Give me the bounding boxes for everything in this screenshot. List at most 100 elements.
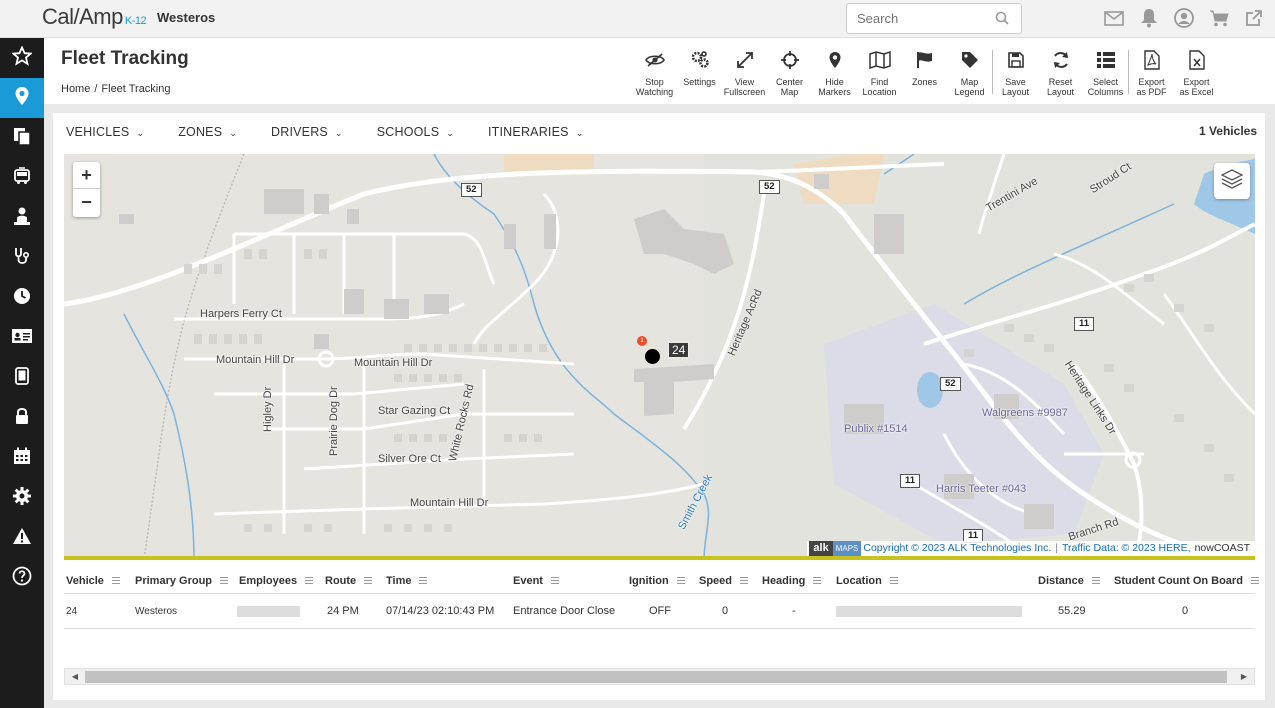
nav-devices[interactable] bbox=[0, 358, 44, 398]
column-header-distance[interactable]: Distance bbox=[1038, 575, 1100, 587]
traffic-data-link[interactable]: Traffic Data: © 2023 HERE, bbox=[1062, 541, 1191, 556]
warning-icon bbox=[12, 527, 32, 550]
column-menu-icon[interactable] bbox=[1250, 577, 1259, 584]
external-link-icon[interactable] bbox=[1243, 7, 1265, 29]
export-pdf-button[interactable]: Export as PDF bbox=[1129, 50, 1174, 97]
mail-icon[interactable] bbox=[1103, 7, 1125, 29]
hide-markers-button[interactable]: Hide Markers bbox=[812, 50, 857, 97]
map-view[interactable]: Harpers Ferry Ct Mountain Hill Dr Mounta… bbox=[64, 154, 1255, 560]
cell-speed: 0 bbox=[722, 605, 729, 617]
column-menu-icon[interactable] bbox=[740, 577, 749, 584]
excel-file-icon bbox=[1188, 50, 1205, 70]
nav-tracking[interactable] bbox=[0, 78, 44, 118]
search-icon[interactable] bbox=[995, 11, 1009, 30]
nav-documents[interactable] bbox=[0, 118, 44, 158]
reset-layout-button[interactable]: Reset Layout bbox=[1038, 50, 1083, 97]
filter-zones[interactable]: ZONES ⌄ bbox=[178, 125, 237, 139]
cell-location-redacted bbox=[836, 606, 1022, 620]
nav-calendar[interactable] bbox=[0, 438, 44, 478]
column-header-time[interactable]: Time bbox=[386, 575, 428, 587]
column-header-employees[interactable]: Employees bbox=[239, 575, 314, 587]
nav-health[interactable] bbox=[0, 238, 44, 278]
settings-button[interactable]: Settings bbox=[677, 50, 722, 97]
cell-primary-group: Westeros bbox=[135, 605, 178, 617]
cell-distance: 55.29 bbox=[1058, 605, 1086, 617]
scroll-left-arrow[interactable]: ◀ bbox=[67, 669, 83, 684]
column-header-route[interactable]: Route bbox=[325, 575, 373, 587]
breadcrumb-home[interactable]: Home bbox=[61, 83, 90, 95]
filter-drivers[interactable]: DRIVERS ⌄ bbox=[271, 125, 343, 139]
zoom-out-button[interactable]: − bbox=[73, 189, 100, 216]
search-box[interactable] bbox=[846, 3, 1022, 34]
filter-vehicles[interactable]: VEHICLES ⌄ bbox=[66, 125, 144, 139]
stop-watching-button[interactable]: Stop Watching bbox=[632, 50, 677, 97]
find-location-button[interactable]: Find Location bbox=[857, 50, 902, 97]
export-excel-button[interactable]: Export as Excel bbox=[1174, 50, 1219, 97]
calamp-logo[interactable]: Cal/Amp K-12 bbox=[42, 4, 147, 30]
nav-alerts[interactable] bbox=[0, 518, 44, 558]
column-header-speed[interactable]: Speed bbox=[699, 575, 749, 587]
column-header-heading[interactable]: Heading bbox=[762, 575, 822, 587]
expand-icon bbox=[736, 50, 754, 70]
filter-itineraries[interactable]: ITINERARIES ⌄ bbox=[488, 125, 583, 139]
list-icon bbox=[1096, 50, 1116, 70]
column-header-primary-group[interactable]: Primary Group bbox=[135, 575, 229, 587]
column-menu-icon[interactable] bbox=[364, 577, 373, 584]
shopping-cart-icon[interactable] bbox=[1208, 7, 1230, 29]
route-shield: 52 bbox=[461, 183, 482, 197]
user-profile-icon[interactable] bbox=[1173, 7, 1195, 29]
column-header-location[interactable]: Location bbox=[836, 575, 898, 587]
nav-students[interactable] bbox=[0, 198, 44, 238]
nav-favorites[interactable] bbox=[0, 38, 44, 78]
scroll-right-arrow[interactable]: ▶ bbox=[1236, 669, 1252, 684]
column-menu-icon[interactable] bbox=[220, 577, 229, 584]
horizontal-scrollbar[interactable]: ◀ ▶ bbox=[64, 668, 1255, 685]
layers-button[interactable] bbox=[1214, 163, 1250, 199]
select-columns-button[interactable]: Select Columns bbox=[1083, 50, 1128, 97]
center-map-button[interactable]: Center Map bbox=[767, 50, 812, 97]
layers-icon bbox=[1220, 168, 1244, 195]
vehicle-marker[interactable] bbox=[645, 349, 660, 364]
nav-history[interactable] bbox=[0, 278, 44, 318]
column-menu-icon[interactable] bbox=[813, 577, 822, 584]
zones-button[interactable]: Zones bbox=[902, 50, 947, 97]
column-menu-icon[interactable] bbox=[889, 577, 898, 584]
column-menu-icon[interactable] bbox=[550, 577, 559, 584]
bell-icon[interactable] bbox=[1138, 7, 1160, 29]
filter-schools[interactable]: SCHOOLS ⌄ bbox=[377, 125, 454, 139]
street-label: Silver Ore Ct bbox=[378, 453, 441, 465]
nav-bus[interactable] bbox=[0, 158, 44, 198]
column-header-vehicle[interactable]: Vehicle bbox=[66, 575, 120, 587]
filter-bar: VEHICLES ⌄ ZONES ⌄ DRIVERS ⌄ SCHOOLS ⌄ ITINE… bbox=[66, 125, 617, 139]
cell-event: Entrance Door Close bbox=[513, 605, 616, 617]
nav-id-cards[interactable] bbox=[0, 318, 44, 358]
nav-settings[interactable] bbox=[0, 478, 44, 518]
search-input[interactable] bbox=[847, 4, 987, 33]
view-fullscreen-button[interactable]: View Fullscreen bbox=[722, 50, 767, 97]
breadcrumb-current: Fleet Tracking bbox=[101, 83, 171, 95]
column-menu-icon[interactable] bbox=[1091, 577, 1100, 584]
street-label: Star Gazing Ct bbox=[378, 405, 451, 417]
street-label: Mountain Hill Dr bbox=[216, 354, 295, 366]
nav-security[interactable] bbox=[0, 398, 44, 438]
column-menu-icon[interactable] bbox=[111, 577, 120, 584]
table-row[interactable]: 24 Westeros 24 PM 07/14/23 02:10:43 PM E… bbox=[64, 594, 1255, 629]
vehicle-marker-label[interactable]: 24 bbox=[668, 342, 690, 358]
column-header-student-count[interactable]: Student Count On Board bbox=[1114, 575, 1259, 587]
nav-help[interactable] bbox=[0, 558, 44, 598]
zoom-in-button[interactable]: + bbox=[73, 162, 100, 189]
column-header-ignition[interactable]: Ignition bbox=[629, 575, 685, 587]
column-header-event[interactable]: Event bbox=[513, 575, 559, 587]
lock-icon bbox=[14, 406, 30, 431]
column-menu-icon[interactable] bbox=[305, 577, 314, 584]
help-icon bbox=[12, 566, 32, 591]
copyright-link[interactable]: Copyright © 2023 ALK Technologies Inc. bbox=[863, 541, 1051, 556]
map-legend-button[interactable]: Map Legend bbox=[947, 50, 992, 97]
alert-count-badge[interactable]: 1 bbox=[637, 336, 647, 346]
map-pin-icon bbox=[14, 86, 30, 111]
scrollbar-thumb[interactable] bbox=[85, 671, 1227, 683]
save-layout-button[interactable]: Save Layout bbox=[993, 50, 1038, 97]
column-menu-icon[interactable] bbox=[676, 577, 685, 584]
column-menu-icon[interactable] bbox=[419, 577, 428, 584]
poi-label: Publix #1514 bbox=[844, 423, 908, 435]
